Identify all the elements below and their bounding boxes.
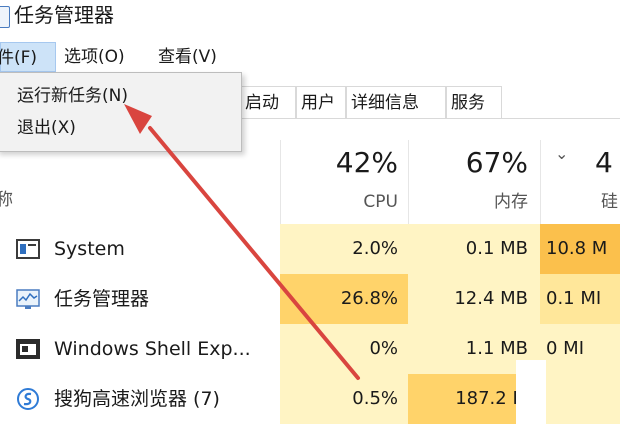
tab-details[interactable]: 详细信息 xyxy=(346,86,446,118)
process-name: Windows Shell Exp... xyxy=(54,338,251,360)
disk-label: 硅 xyxy=(601,192,618,212)
title-bar: 任务管理器 xyxy=(0,0,620,36)
disk-cell: 0 MI xyxy=(540,324,620,374)
disk-total-percent: 4 xyxy=(595,146,613,179)
cpu-label: CPU xyxy=(363,192,398,212)
menu-bar: 件(F) 选项(O) 查看(V) xyxy=(0,42,620,72)
window-title: 任务管理器 xyxy=(14,3,114,27)
disk-cell xyxy=(540,374,620,424)
cpu-total-percent: 42% xyxy=(335,146,398,179)
memory-cell: 12.4 MB xyxy=(408,274,540,324)
shell-window-icon xyxy=(16,339,40,359)
cpu-cell: 0.5% xyxy=(280,374,408,424)
sogou-browser-icon xyxy=(17,388,39,410)
memory-total-percent: 67% xyxy=(465,146,528,179)
column-header-name[interactable]: 称 xyxy=(0,188,13,212)
chevron-down-icon: ⌄ xyxy=(555,144,569,163)
task-manager-app-icon xyxy=(0,6,10,28)
process-name: 任务管理器 xyxy=(54,288,150,310)
menu-item-exit[interactable]: 退出(X) xyxy=(17,115,76,141)
menu-options[interactable]: 选项(O) xyxy=(60,42,129,72)
menu-file[interactable]: 件(F) xyxy=(0,42,56,72)
column-header-memory[interactable]: 67% 内存 xyxy=(408,140,540,224)
memory-label: 内存 xyxy=(494,192,528,212)
memory-cell: 0.1 MB xyxy=(408,224,540,274)
process-name: System xyxy=(54,238,125,260)
system-window-icon xyxy=(16,239,40,259)
disk-cell: 10.8 M xyxy=(540,224,620,274)
process-name: 搜狗高速浏览器 (7) xyxy=(54,388,220,410)
tab-services[interactable]: 服务 xyxy=(446,86,502,118)
cpu-cell: 0% xyxy=(280,324,408,374)
tab-strip: 启动 用户 详细信息 服务 xyxy=(240,84,620,119)
process-row-system[interactable]: System 2.0% 0.1 MB 10.8 M xyxy=(0,224,620,274)
cpu-cell: 26.8% xyxy=(280,274,408,324)
process-row-task-manager[interactable]: 任务管理器 26.8% 12.4 MB 0.1 MI xyxy=(0,274,620,324)
tab-users[interactable]: 用户 xyxy=(296,86,346,118)
task-manager-icon xyxy=(16,289,40,309)
file-menu-dropdown: 运行新任务(N) 退出(X) xyxy=(0,72,242,152)
disk-cell: 0.1 MI xyxy=(540,274,620,324)
tab-startup[interactable]: 启动 xyxy=(240,86,296,118)
column-header-disk[interactable]: ⌄ 4 硅 xyxy=(540,140,620,224)
cpu-cell: 2.0% xyxy=(280,224,408,274)
menu-view[interactable]: 查看(V) xyxy=(154,42,221,72)
menu-item-run-new-task[interactable]: 运行新任务(N) xyxy=(17,83,128,109)
column-header-cpu[interactable]: 42% CPU xyxy=(280,140,408,224)
screen-glare xyxy=(516,360,546,433)
